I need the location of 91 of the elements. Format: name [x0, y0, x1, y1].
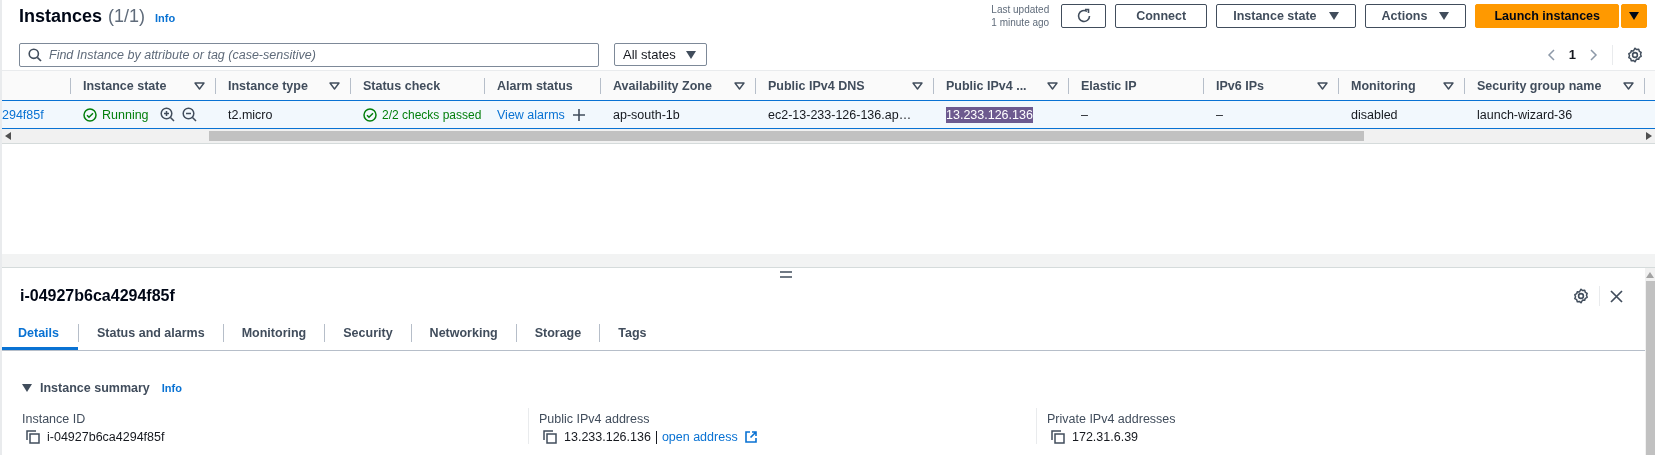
cell-text: disabled: [1351, 107, 1398, 122]
info-link[interactable]: Info: [155, 12, 176, 24]
status-check-text: 2/2 checks passed: [382, 107, 482, 122]
cell-text: t2.micro: [228, 107, 273, 122]
info-link[interactable]: Info: [161, 382, 182, 394]
column-header[interactable]: Public IPv4 ...: [946, 78, 1027, 93]
tab[interactable]: Status and alarms: [79, 316, 223, 350]
column-header[interactable]: IPv6 IPs: [1216, 78, 1264, 93]
drag-handle-icon: [780, 271, 792, 278]
open-address-link[interactable]: open address: [661, 430, 738, 444]
zoom-out-icon: [181, 107, 197, 122]
chevron-left-icon: [1546, 48, 1555, 61]
plus-icon: [572, 108, 585, 121]
chevron-right-icon: [1590, 48, 1598, 61]
refresh-button[interactable]: [1061, 4, 1107, 28]
cell-text: ap-south-1b: [613, 107, 680, 122]
view-alarms-link[interactable]: View alarms: [497, 107, 565, 122]
horizontal-scrollbar[interactable]: [2, 129, 1655, 144]
expand-caret-icon[interactable]: [22, 384, 32, 392]
field-label: Private IPv4 addresses: [1047, 411, 1177, 426]
column-header[interactable]: Public IPv4 DNS: [768, 78, 865, 93]
action-button[interactable]: Connect: [1115, 4, 1208, 28]
filter-icon: [1443, 81, 1454, 90]
field-value: 13.233.126.136: [564, 430, 651, 444]
column-header[interactable]: Availability Zone: [613, 78, 712, 93]
check-circle-icon: [83, 107, 97, 122]
launch-button[interactable]: Launch instances: [1475, 4, 1619, 28]
field-value: i-04927b6ca4294f85f: [47, 430, 165, 444]
column-header[interactable]: Security group name: [1477, 78, 1602, 93]
filter-icon: [194, 81, 205, 90]
tab[interactable]: Details: [2, 316, 78, 350]
filter-icon: [329, 81, 340, 90]
refresh-icon: [1075, 8, 1092, 24]
tab[interactable]: Tags: [600, 316, 665, 350]
vertical-scrollbar[interactable]: [1645, 268, 1655, 455]
dropdown-button[interactable]: Actions: [1364, 4, 1467, 28]
field-value: 172.31.6.39: [1072, 430, 1139, 444]
scroll-right-icon: [1646, 132, 1652, 140]
tab[interactable]: Networking: [411, 316, 516, 350]
zoom-in-icon: [159, 107, 175, 122]
page-number[interactable]: 1: [1568, 47, 1576, 62]
copy-icon: [26, 430, 40, 444]
column-header[interactable]: Elastic IP: [1081, 78, 1137, 93]
tab[interactable]: Storage: [516, 316, 600, 350]
state-select[interactable]: All states: [614, 43, 707, 66]
column-header[interactable]: Monitoring: [1351, 78, 1416, 93]
check-circle-icon: [363, 107, 377, 122]
column-header[interactable]: Instance state: [83, 78, 167, 93]
filter-icon: [1623, 81, 1634, 90]
status-text: Running: [102, 107, 149, 122]
settings-icon: [1627, 46, 1643, 63]
table-row[interactable]: 294f85f Running t2.micro 2/2 checks passed View alarms ap-south-1b ec2-13-233-126-136.ap… 13.233.126.136 – – disabled launch-wizard-36: [2, 100, 1655, 129]
settings-icon: [1573, 288, 1589, 304]
instance-count: (1/1): [108, 6, 146, 27]
scroll-up-icon: [1646, 272, 1654, 278]
filter-icon: [1047, 81, 1058, 90]
filter-icon: [912, 81, 923, 90]
caret-icon: [1328, 12, 1339, 20]
cell-text: –: [1081, 107, 1088, 122]
caret-icon: [685, 50, 696, 59]
scrollbar-thumb[interactable]: [209, 131, 1364, 141]
tab[interactable]: Security: [325, 316, 411, 350]
filter-icon: [734, 81, 745, 90]
filter-icon: [1317, 81, 1328, 90]
dropdown-button[interactable]: Instance state: [1216, 4, 1356, 28]
section-title[interactable]: Instance summary: [40, 381, 150, 395]
search-icon: [28, 47, 42, 62]
copy-icon: [543, 430, 557, 444]
column-header[interactable]: Instance type: [228, 78, 308, 93]
close-icon: [1610, 289, 1623, 303]
caret-icon: [1629, 12, 1639, 20]
dropdown-button[interactable]: [1621, 4, 1647, 28]
page-title: Instances: [19, 6, 103, 27]
caret-icon: [1439, 12, 1450, 20]
external-link-icon: [744, 431, 757, 443]
cell-text: ec2-13-233-126-136.ap…: [768, 107, 912, 122]
field-label: Instance ID: [22, 411, 87, 426]
instance-id-link[interactable]: 294f85f: [2, 107, 44, 122]
column-header[interactable]: Status check: [363, 78, 441, 93]
field-label: Public IPv4 address: [539, 411, 651, 426]
copy-icon: [1051, 430, 1065, 444]
search-field[interactable]: Find Instance by attribute or tag (case-sensitive): [19, 42, 599, 67]
cell-text: –: [1216, 107, 1223, 122]
tab[interactable]: Monitoring: [223, 316, 325, 350]
last-updated-text: 1 minute ago: [991, 16, 1050, 29]
instance-title: i-04927b6ca4294f85f: [20, 287, 175, 305]
cell-text: launch-wizard-36: [1477, 107, 1573, 122]
cell-text: 13.233.126.136: [946, 106, 1033, 123]
last-updated-text: Last updated: [991, 3, 1050, 16]
column-header[interactable]: Alarm status: [497, 78, 573, 93]
scroll-left-icon: [5, 132, 11, 140]
